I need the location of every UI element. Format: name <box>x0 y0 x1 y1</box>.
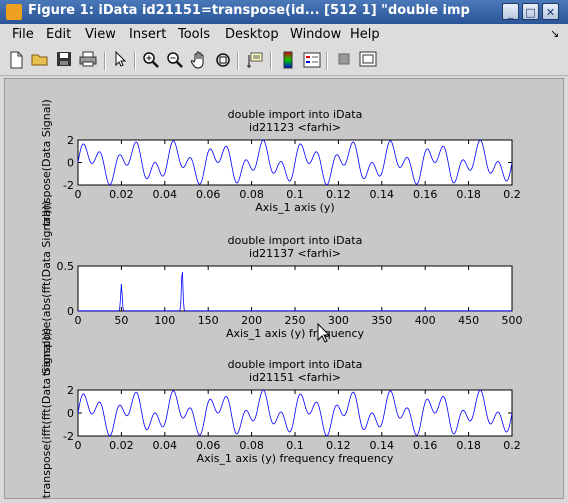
plot-title-line2: id21123 <farhi> <box>249 121 341 134</box>
y-axis-label: transpose(ifft(fft(Data Signal))) <box>40 328 53 498</box>
colorbar-icon[interactable] <box>278 51 298 71</box>
toolbar-separator <box>326 52 328 70</box>
x-tick-label: 0.02 <box>109 439 134 452</box>
x-tick-label: 200 <box>241 314 262 327</box>
x-tick-label: 150 <box>198 314 219 327</box>
x-tick-label: 400 <box>415 314 436 327</box>
zoom-out-icon[interactable] <box>165 51 185 71</box>
toolbar-separator <box>237 52 239 70</box>
print-icon[interactable] <box>78 51 98 71</box>
maximize-button[interactable]: □ <box>522 3 539 20</box>
pan-hand-icon[interactable] <box>189 51 209 71</box>
matlab-app-icon <box>6 4 22 20</box>
menu-desktop[interactable]: Desktop <box>225 27 279 42</box>
x-tick-label: 350 <box>371 314 392 327</box>
toolbar <box>0 47 568 76</box>
menu-file[interactable]: File <box>12 27 34 42</box>
toolbar-separator <box>134 52 136 70</box>
x-tick-label: 250 <box>285 314 306 327</box>
x-tick-label: 0.12 <box>326 188 351 201</box>
x-tick-label: 0.1 <box>286 439 304 452</box>
toolbar-separator <box>270 52 272 70</box>
x-tick-label: 0 <box>75 439 82 452</box>
plot-title-line2: id21137 <farhi> <box>249 247 341 260</box>
hide-plot-tools-icon[interactable] <box>334 51 354 71</box>
new-file-icon[interactable] <box>6 51 26 71</box>
title-bar[interactable]: Figure 1: iData id21151=transpose(id... … <box>0 0 568 24</box>
y-tick-label: 0 <box>67 305 74 318</box>
open-folder-icon[interactable] <box>30 51 50 71</box>
show-plot-tools-icon[interactable] <box>358 51 378 71</box>
y-tick-label: 0 <box>67 157 74 170</box>
x-tick-label: 0.06 <box>196 188 221 201</box>
x-axis-label: Axis_1 axis (y) frequency frequency <box>197 452 394 465</box>
menu-edit[interactable]: Edit <box>46 27 71 42</box>
x-tick-label: 0.18 <box>456 188 481 201</box>
menu-dock-arrow-icon[interactable]: ↘ <box>550 27 559 40</box>
x-tick-label: 500 <box>502 314 523 327</box>
x-tick-label: 0.08 <box>239 188 264 201</box>
x-tick-label: 0.08 <box>239 439 264 452</box>
x-tick-label: 100 <box>154 314 175 327</box>
close-button[interactable]: ✕ <box>542 3 559 20</box>
plots-svg: double import into iDataid21123 <farhi>0… <box>40 99 523 498</box>
menu-view[interactable]: View <box>85 27 116 42</box>
y-tick-label: 2 <box>67 134 74 147</box>
plot-title-line1: double import into iData <box>228 108 363 121</box>
x-tick-label: 0.04 <box>153 439 178 452</box>
plot-title-line1: double import into iData <box>228 234 363 247</box>
y-tick-label: -2 <box>63 430 74 443</box>
legend-icon[interactable] <box>302 51 322 71</box>
rotate-3d-icon[interactable] <box>213 51 233 71</box>
x-tick-label: 0.18 <box>456 439 481 452</box>
x-tick-label: 0.04 <box>153 188 178 201</box>
x-tick-label: 0.2 <box>503 188 521 201</box>
x-tick-label: 0.06 <box>196 439 221 452</box>
x-tick-label: 0.2 <box>503 439 521 452</box>
toolbar-separator <box>104 52 106 70</box>
x-tick-label: 0.1 <box>286 188 304 201</box>
x-tick-label: 0.02 <box>109 188 134 201</box>
x-tick-label: 450 <box>458 314 479 327</box>
menu-bar: File Edit View Insert Tools Desktop Wind… <box>0 24 568 46</box>
plot-title-line1: double import into iData <box>228 358 363 371</box>
y-tick-label: 0.5 <box>57 260 75 273</box>
x-tick-label: 0 <box>75 314 82 327</box>
figure-canvas: double import into iData id21123 <farhi> 0… <box>4 78 564 499</box>
x-tick-label: 0.14 <box>370 188 395 201</box>
x-axis-label: Axis_1 axis (y) <box>255 201 334 214</box>
window-title: Figure 1: iData id21151=transpose(id... … <box>28 3 470 18</box>
y-tick-label: 2 <box>67 384 74 397</box>
x-tick-label: 0.16 <box>413 439 438 452</box>
y-tick-label: 0 <box>67 407 74 420</box>
y-tick-label: -2 <box>63 179 74 192</box>
x-tick-label: 0.12 <box>326 439 351 452</box>
menu-window[interactable]: Window <box>290 27 341 42</box>
x-tick-label: 50 <box>114 314 128 327</box>
save-icon[interactable] <box>54 51 74 71</box>
x-tick-label: 300 <box>328 314 349 327</box>
minimize-button[interactable]: _ <box>502 3 519 20</box>
x-tick-label: 0 <box>75 188 82 201</box>
menu-insert[interactable]: Insert <box>129 27 166 42</box>
menu-help[interactable]: Help <box>350 27 380 42</box>
x-axis-label: Axis_1 axis (y) frequency <box>226 327 365 340</box>
plot-axes-2 <box>77 265 513 312</box>
pointer-icon[interactable] <box>110 50 130 71</box>
menu-tools[interactable]: Tools <box>178 27 210 42</box>
x-tick-label: 0.14 <box>370 439 395 452</box>
zoom-in-icon[interactable] <box>141 51 161 71</box>
data-cursor-icon[interactable] <box>245 51 265 71</box>
plot-title-line2: id21151 <farhi> <box>249 371 341 384</box>
x-tick-label: 0.16 <box>413 188 438 201</box>
